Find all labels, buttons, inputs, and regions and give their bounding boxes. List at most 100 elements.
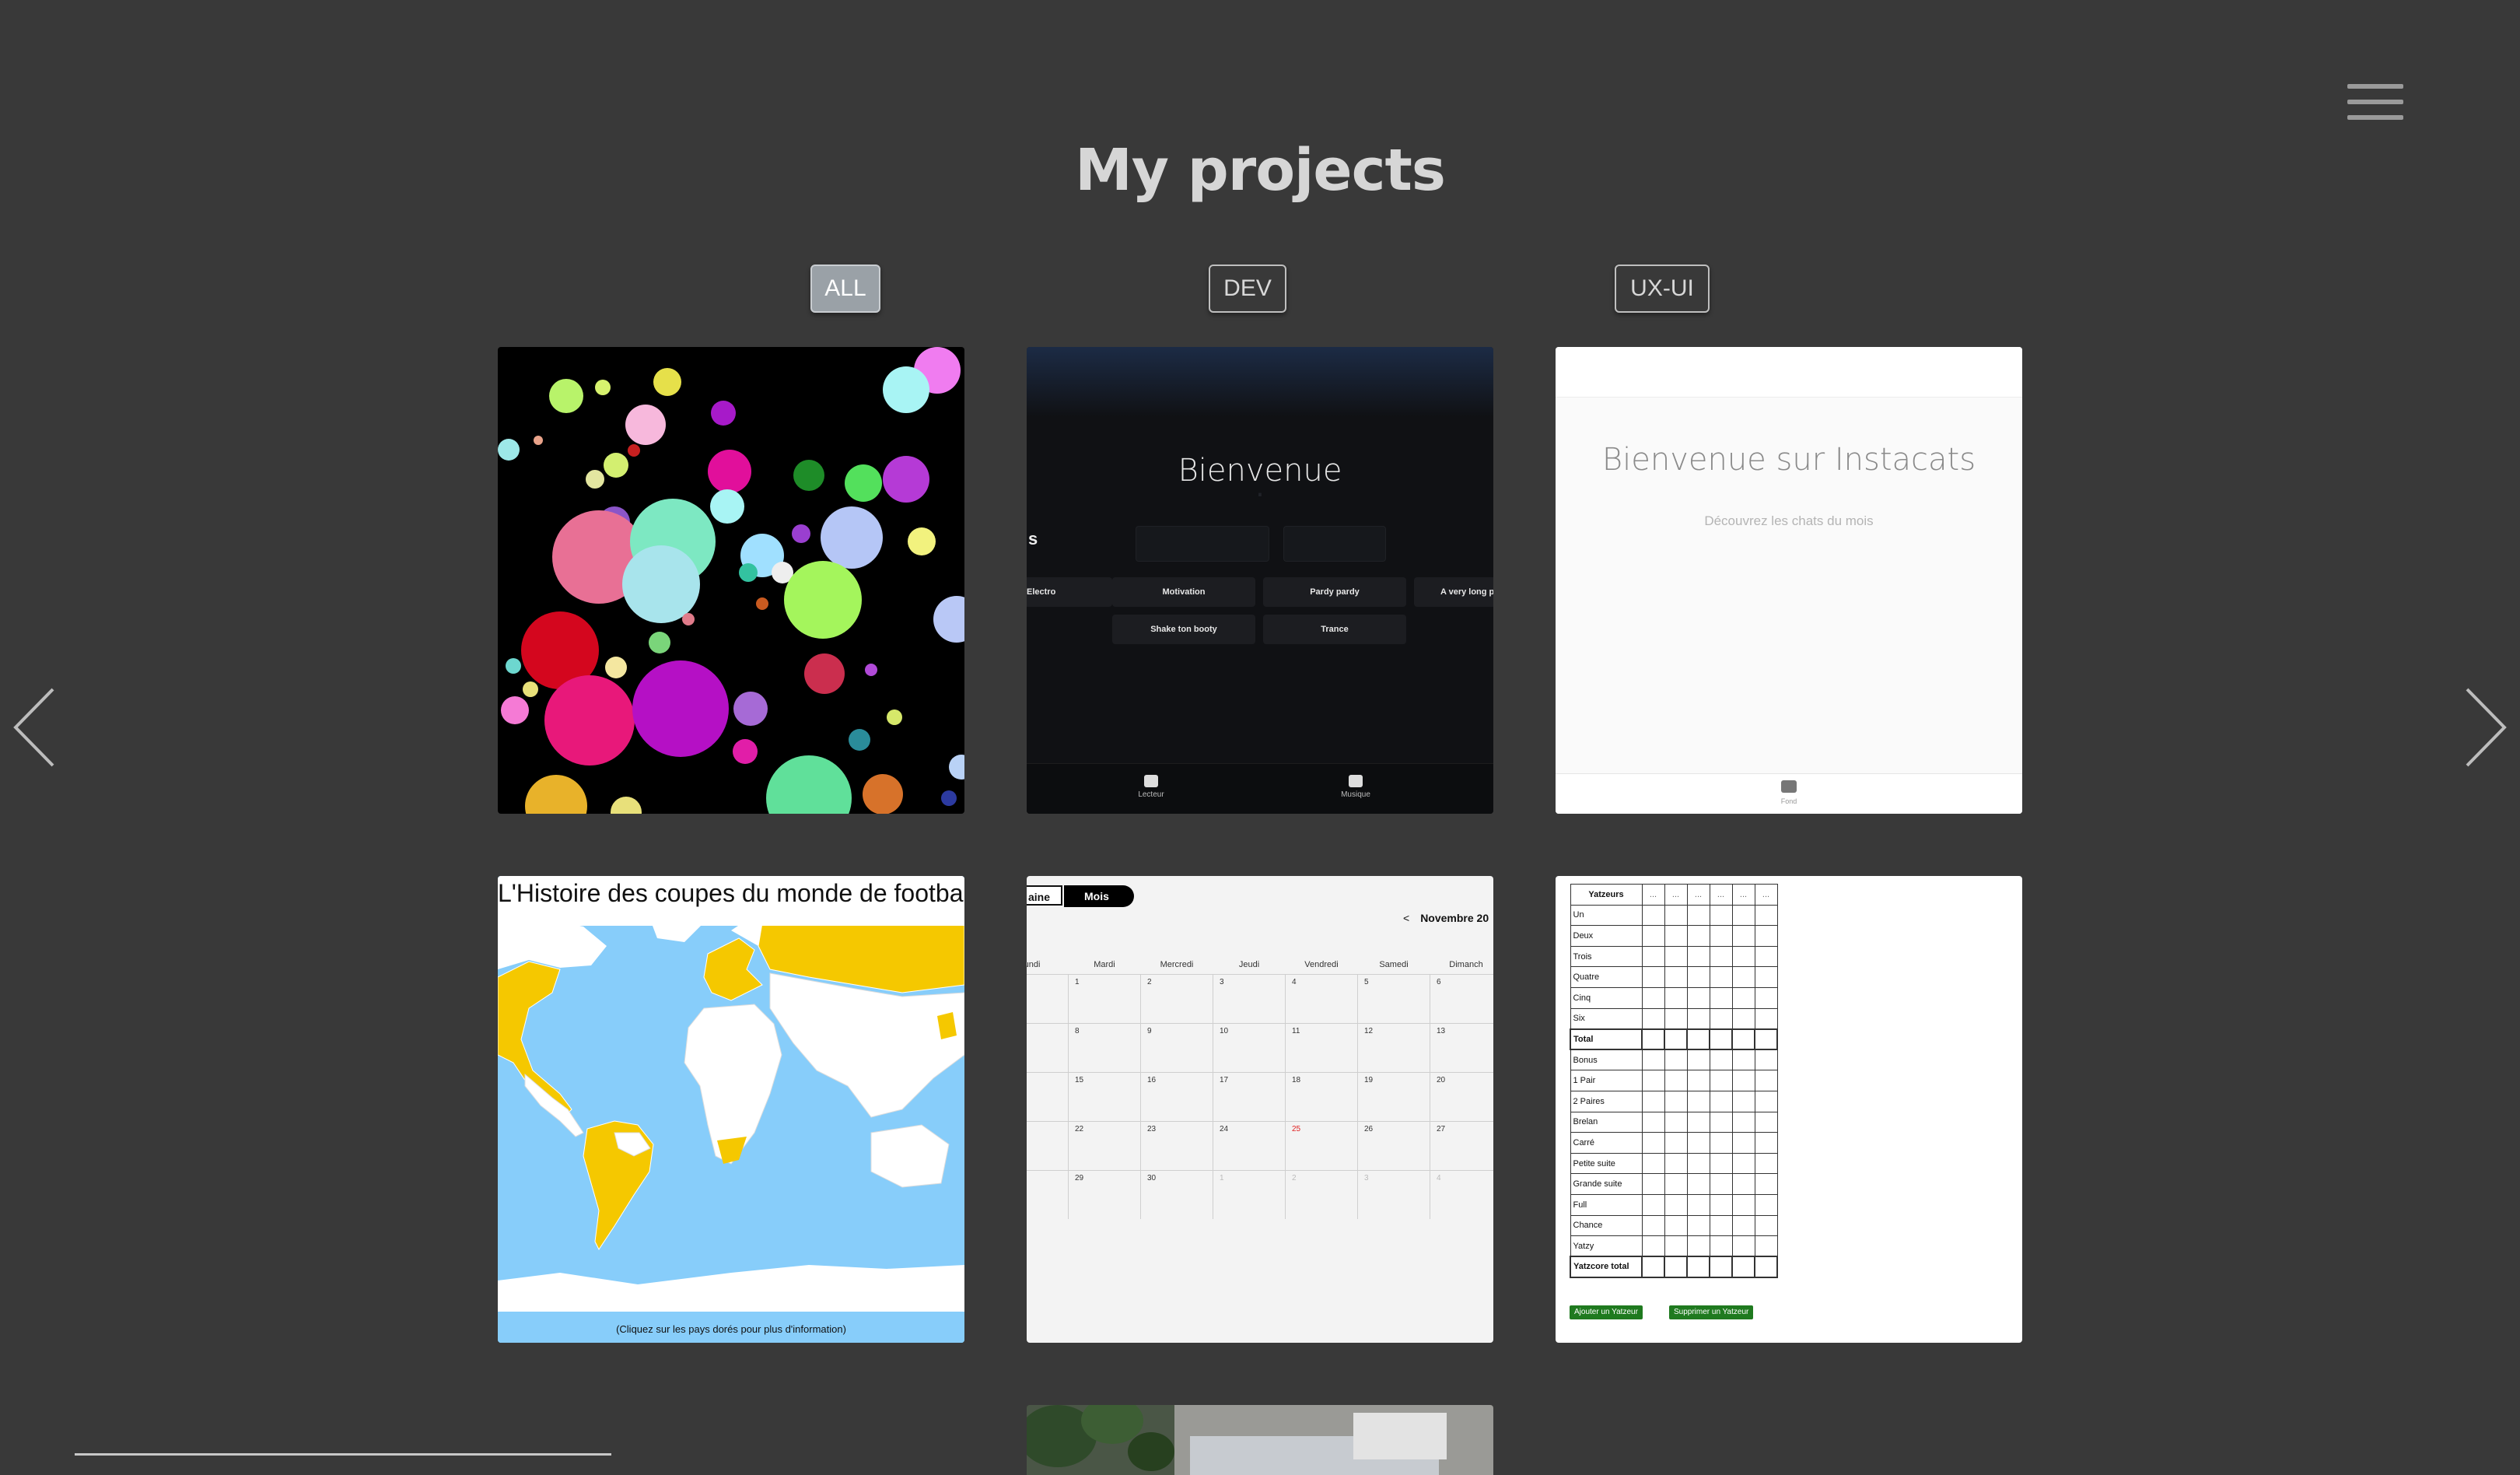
score-cell[interactable] [1731,1049,1755,1071]
calendar-day-cell[interactable]: 5 [1357,974,1430,1023]
horizontal-scrollbar[interactable] [75,1453,611,1456]
score-cell[interactable] [1664,1214,1688,1237]
score-cell[interactable] [1731,1193,1755,1216]
calendar-day-cell[interactable]: 8 [1068,1023,1140,1072]
score-cell[interactable] [1731,986,1755,1009]
score-cell[interactable] [1664,925,1688,947]
score-cell[interactable] [1686,1049,1710,1071]
score-cell[interactable] [1754,1152,1778,1175]
calendar-day-cell[interactable]: 9 [1140,1023,1213,1072]
score-cell[interactable] [1686,966,1710,988]
tab-week[interactable]: aine [1027,885,1062,906]
calendar-day-cell[interactable]: 2 [1285,1170,1357,1219]
score-cell[interactable] [1754,1028,1778,1051]
filter-all-button[interactable]: ALL [810,265,880,313]
score-cell[interactable] [1686,1028,1710,1051]
calendar-day-cell[interactable]: 16 [1140,1072,1213,1121]
musique-tab[interactable]: Musique [1325,775,1387,799]
score-cell[interactable] [1754,1007,1778,1030]
score-cell[interactable] [1754,904,1778,927]
chevron-right-icon[interactable] [2462,685,2509,770]
calendar-day-cell[interactable]: 10 [1213,1023,1285,1072]
playlist-tile[interactable]: Shake ton booty [1112,615,1255,644]
remove-player-button[interactable]: Supprimer un Yatzeur [1669,1305,1754,1319]
score-cell[interactable] [1754,1090,1778,1112]
score-cell[interactable] [1754,1111,1778,1133]
player-name-cell[interactable]: ... [1686,884,1710,906]
tab-month[interactable]: Mois [1064,885,1134,907]
score-cell[interactable] [1686,1193,1710,1216]
score-cell[interactable] [1641,1152,1665,1175]
project-card-world-cup[interactable]: L'Histoire des coupes du monde de footba… [498,876,964,1343]
score-cell[interactable] [1641,1111,1665,1133]
score-cell[interactable] [1664,1152,1688,1175]
score-cell[interactable] [1754,1070,1778,1091]
score-cell[interactable] [1686,1070,1710,1091]
calendar-day-cell[interactable]: 6 [1430,974,1493,1023]
score-cell[interactable] [1664,986,1688,1009]
score-cell[interactable] [1754,966,1778,988]
score-cell[interactable] [1641,1256,1665,1278]
score-cell[interactable] [1754,1173,1778,1195]
calendar-day-cell[interactable]: 11 [1285,1023,1357,1072]
score-cell[interactable] [1641,1090,1665,1112]
score-cell[interactable] [1731,1090,1755,1112]
score-cell[interactable] [1754,986,1778,1009]
score-cell[interactable] [1664,1028,1688,1051]
chevron-left-icon[interactable] [11,685,58,770]
score-cell[interactable] [1641,966,1665,988]
score-cell[interactable] [1709,1049,1733,1071]
score-cell[interactable] [1709,904,1733,927]
calendar-day-cell[interactable]: 12 [1357,1023,1430,1072]
score-cell[interactable] [1731,966,1755,988]
score-cell[interactable] [1731,904,1755,927]
score-cell[interactable] [1709,1214,1733,1237]
score-cell[interactable] [1731,1132,1755,1154]
score-cell[interactable] [1641,945,1665,968]
score-cell[interactable] [1731,1028,1755,1051]
score-cell[interactable] [1731,1007,1755,1030]
score-cell[interactable] [1641,1007,1665,1030]
score-cell[interactable] [1664,1049,1688,1071]
score-cell[interactable] [1709,1111,1733,1133]
score-cell[interactable] [1731,925,1755,947]
score-cell[interactable] [1686,986,1710,1009]
filter-dev-button[interactable]: DEV [1209,265,1286,313]
score-cell[interactable] [1754,1256,1778,1278]
calendar-day-cell[interactable]: 27 [1430,1121,1493,1170]
score-cell[interactable] [1664,1111,1688,1133]
score-cell[interactable] [1641,1049,1665,1071]
score-cell[interactable] [1686,1235,1710,1257]
prev-month-button[interactable]: < [1403,912,1409,924]
calendar-day-cell[interactable]: 19 [1357,1072,1430,1121]
score-cell[interactable] [1686,1111,1710,1133]
score-cell[interactable] [1686,1173,1710,1195]
score-cell[interactable] [1664,1193,1688,1216]
project-card-instacats[interactable]: Bienvenue sur Instacats Découvrez les ch… [1556,347,2022,814]
calendar-day-cell[interactable] [1027,1023,1068,1072]
score-cell[interactable] [1709,1256,1733,1278]
score-cell[interactable] [1754,1049,1778,1071]
calendar-day-cell[interactable]: 25 [1285,1121,1357,1170]
score-cell[interactable] [1664,945,1688,968]
calendar-day-cell[interactable]: 1 [1068,974,1140,1023]
player-name-cell[interactable]: ... [1754,884,1778,906]
score-cell[interactable] [1686,1256,1710,1278]
score-cell[interactable] [1641,1070,1665,1091]
score-cell[interactable] [1641,1028,1665,1051]
score-cell[interactable] [1709,966,1733,988]
score-cell[interactable] [1664,1235,1688,1257]
score-cell[interactable] [1641,1235,1665,1257]
score-cell[interactable] [1731,1070,1755,1091]
calendar-day-cell[interactable]: 17 [1213,1072,1285,1121]
player-name-cell[interactable]: ... [1641,884,1665,906]
score-cell[interactable] [1754,925,1778,947]
project-card-plant[interactable] [1027,1405,1493,1475]
score-cell[interactable] [1731,945,1755,968]
calendar-day-cell[interactable]: 3 [1213,974,1285,1023]
calendar-day-cell[interactable]: 30 [1140,1170,1213,1219]
calendar-day-cell[interactable]: 15 [1068,1072,1140,1121]
calendar-day-cell[interactable]: 2 [1140,974,1213,1023]
score-cell[interactable] [1664,1090,1688,1112]
hamburger-menu-icon[interactable] [2347,84,2403,120]
